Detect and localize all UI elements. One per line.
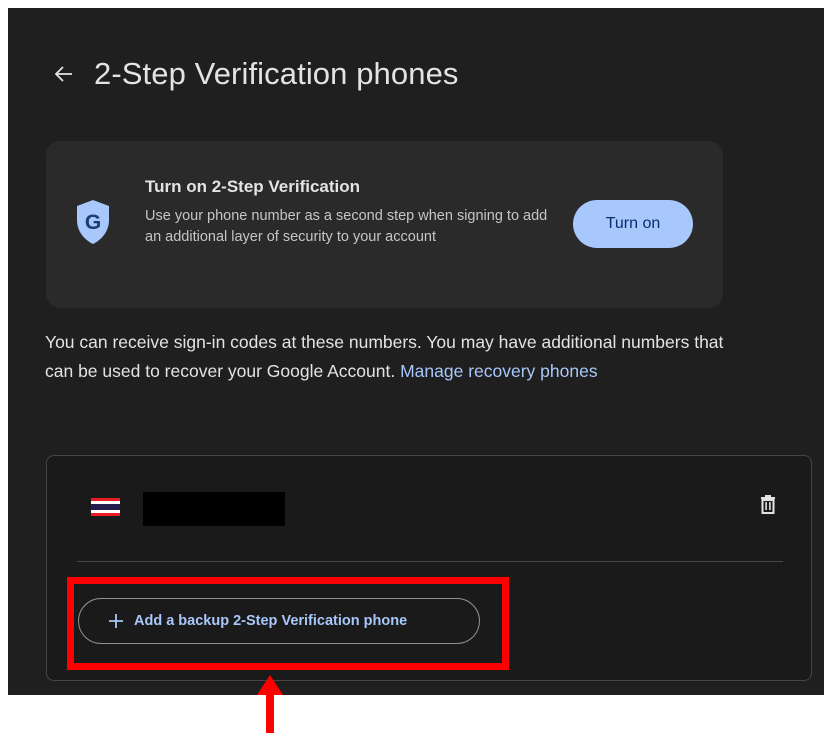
info-text: You can receive sign-in codes at these n… [45, 328, 735, 386]
trash-icon[interactable] [757, 494, 779, 516]
turn-on-button[interactable]: Turn on [573, 200, 693, 248]
page-title: 2-Step Verification phones [94, 56, 459, 91]
arrow-back-icon[interactable] [52, 62, 76, 86]
info-description: You can receive sign-in codes at these n… [45, 332, 724, 381]
page-header: 2-Step Verification phones [52, 56, 459, 92]
page-panel: 2-Step Verification phones G Turn on 2-S… [8, 8, 824, 695]
add-backup-phone-label: Add a backup 2-Step Verification phone [134, 613, 408, 629]
google-shield-icon: G [73, 198, 113, 251]
promo-card: G Turn on 2-Step Verification Use your p… [46, 141, 723, 308]
redacted-phone-number [143, 492, 285, 526]
plus-icon [108, 613, 124, 629]
promo-title: Turn on 2-Step Verification [145, 177, 361, 196]
manage-recovery-phones-link[interactable]: Manage recovery phones [400, 361, 597, 381]
promo-body: Use your phone number as a second step w… [145, 208, 548, 245]
phone-list-card: Add a backup 2-Step Verification phone [46, 455, 812, 681]
thailand-flag-icon [91, 498, 120, 516]
red-up-arrow [255, 675, 285, 733]
svg-text:G: G [85, 211, 101, 234]
divider [77, 561, 783, 562]
add-backup-phone-button[interactable]: Add a backup 2-Step Verification phone [78, 598, 480, 644]
